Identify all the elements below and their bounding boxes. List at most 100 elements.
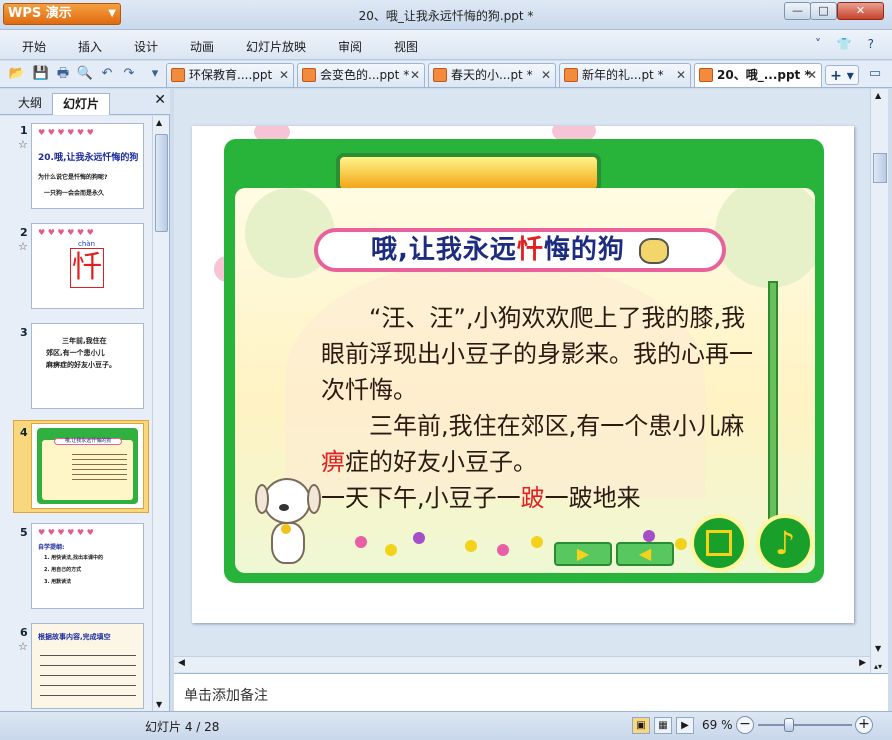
panel-tabs: 大纲 幻灯片 ✕ [0,89,170,115]
scroll-down-icon[interactable]: ▼ [156,700,162,709]
horizontal-scrollbar[interactable]: ◀ ▶ [174,656,870,672]
slide-body-text[interactable]: “汪、汪”,小狗欢欢爬上了我的膝,我眼前浮现出小豆子的身影来。我的心再一次忏悔。… [321,300,761,516]
ppt-file-icon [171,68,185,82]
frame-icon [706,530,732,556]
scroll-thumb[interactable] [155,134,168,232]
slide-thumbnail-5[interactable]: ♥ ♥ ♥ ♥ ♥ ♥ 自学提纲: 1. 用快读法,找出本课中的 2. 用自己的… [31,523,144,609]
menu-animation[interactable]: 动画 [190,38,214,55]
tab-doc-4[interactable]: 新年的礼...pt * ✕ [559,63,691,87]
tab-doc-2[interactable]: 会变色的...ppt * ✕ [297,63,425,87]
tab-label: 新年的礼...pt * [582,68,664,82]
flower-decoration [465,540,477,552]
tab-label: 春天的小...pt * [451,68,533,82]
text-run: 三年前,我住在郊区,有一个患小儿麻 [369,412,745,440]
title-highlight: 忏 [516,235,544,265]
next-slide-button[interactable]: ▶ [554,542,612,566]
save-icon[interactable]: 💾 [32,65,50,83]
slide-thumbnail-4[interactable]: 哦,让我永远忏悔的狗 [31,423,144,509]
scroll-left-icon[interactable]: ◀ [178,658,185,668]
close-icon[interactable]: ✕ [410,64,420,86]
slide-editor: “汪、汪”,小狗欢欢爬上了我的膝,我眼前浮现出小豆子的身影来。我的心再一次忏悔。… [174,89,876,673]
close-button[interactable]: ✕ [837,2,884,20]
notes-pane[interactable]: 单击添加备注 [174,673,888,711]
title-text: 悔的狗 [543,235,625,265]
thumb-text: 20.哦,让我永远忏悔的狗 [38,153,139,163]
slide-canvas[interactable]: “汪、汪”,小狗欢欢爬上了我的膝,我眼前浮现出小豆子的身影来。我的心再一次忏悔。… [192,126,854,623]
slide-title[interactable]: 哦,让我永远忏悔的狗 [314,228,726,272]
scroll-right-icon[interactable]: ▶ [859,658,866,668]
menu-round-button[interactable] [690,514,748,572]
tab-label: 会变色的...ppt * [320,68,410,82]
normal-view-icon[interactable]: ▣ [632,717,650,734]
slide-thumbnail-1[interactable]: ♥ ♥ ♥ ♥ ♥ ♥ 20.哦,让我永远忏悔的狗 为什么说它是忏悔的狗呢? 一… [31,123,144,209]
menu-review[interactable]: 审阅 [338,38,362,55]
thumb-text: 忏 [70,248,104,288]
menu-bar: 开始 插入 设计 动画 幻灯片放映 审阅 视图 ˅ 👕 ? [0,30,892,60]
slide-thumbnail-2[interactable]: ♥ ♥ ♥ ♥ ♥ ♥ chàn 忏 [31,223,144,309]
open-icon[interactable]: 📂 [8,65,26,83]
thumb-number: 6 [20,626,28,639]
thumb-number: 2 [20,226,28,239]
menu-design[interactable]: 设计 [134,38,158,55]
thumb-text: 2. 用自己的方式 [44,567,82,573]
ppt-file-icon [302,68,316,82]
zoom-slider-knob[interactable] [784,718,794,732]
close-icon[interactable]: ✕ [279,64,289,86]
close-icon[interactable]: ✕ [154,92,166,108]
music-round-button[interactable]: ♪ [756,514,814,572]
undo-icon[interactable]: ↶ [98,65,116,83]
scroll-up-icon[interactable]: ▲ [156,118,162,127]
print-preview-icon[interactable]: 🔍 [76,65,94,83]
toolbar-dropdown-icon[interactable]: ▾ [146,65,164,83]
thumb-number: 5 [20,526,28,539]
editor-scrollbar[interactable]: ▲ ▼ ▴▾ [870,89,888,673]
maximize-button[interactable]: □ [810,2,837,20]
thumb-number: 1 [20,124,28,137]
zoom-slider-track[interactable] [758,724,852,726]
scroll-thumb[interactable] [873,153,887,183]
slide-panel: 大纲 幻灯片 ✕ 1 ☆ ♥ ♥ ♥ ♥ ♥ ♥ 20.哦,让我永远忏悔的狗 为… [0,89,170,711]
paragraph-1: “汪、汪”,小狗欢欢爬上了我的膝,我眼前浮现出小豆子的身影来。我的心再一次忏悔。 [321,304,753,404]
back-icon: ◀ [638,544,652,563]
thumb-text: 自学提纲: [38,544,65,551]
slide-thumbnail-3[interactable]: 三年前,我住在 郊区,有一个患小儿 麻痹症的好友小豆子。 [31,323,144,409]
page-nav-icon[interactable]: ▴▾ [874,662,882,671]
ppt-file-icon [433,68,447,82]
slideshow-icon[interactable]: ▶ [676,717,694,734]
status-bar: 幻灯片 4 / 28 ▣ ▦ ▶ 69 % − + [0,711,892,740]
redo-icon[interactable]: ↷ [120,65,138,83]
close-icon[interactable]: ✕ [541,64,551,86]
scroll-up-icon[interactable]: ▲ [875,91,881,100]
print-icon[interactable]: 🖶 [54,65,72,83]
minimize-button[interactable]: — [784,2,811,20]
help-icons[interactable]: ˅ 👕 ? [815,37,880,51]
new-tab-button[interactable]: + ▾ [825,65,859,85]
ppt-file-icon [699,68,713,82]
menu-slideshow[interactable]: 幻灯片放映 [246,38,306,55]
slide-thumbnail-6[interactable]: 根据故事内容,完成填空 [31,623,144,709]
menu-home[interactable]: 开始 [22,38,46,55]
zoom-out-button[interactable]: − [736,716,754,734]
close-icon[interactable]: ✕ [676,64,686,86]
text-run: 一跛地来 [544,484,641,512]
thumb-text: 三年前,我住在 [62,337,107,345]
window-menu-icon[interactable]: ▭ [866,65,884,83]
ppt-file-icon [564,68,578,82]
scroll-down-icon[interactable]: ▼ [875,644,881,653]
close-icon[interactable]: ✕ [807,64,817,86]
thumb-text-lines [40,646,136,704]
flower-decoration [497,544,509,556]
tab-doc-1[interactable]: 环保教育....ppt ✕ [166,63,294,87]
tab-slides[interactable]: 幻灯片 [52,93,111,115]
slide-sorter-icon[interactable]: ▦ [654,717,672,734]
menu-view[interactable]: 视图 [394,38,418,55]
menu-insert[interactable]: 插入 [78,38,102,55]
previous-slide-button[interactable]: ◀ [616,542,674,566]
flower-decoration [355,536,367,548]
zoom-in-button[interactable]: + [855,716,873,734]
tab-doc-3[interactable]: 春天的小...pt * ✕ [428,63,556,87]
tab-outline[interactable]: 大纲 [8,93,52,115]
panel-scrollbar[interactable]: ▲ ▼ [152,116,169,711]
tab-doc-active[interactable]: 20、哦_...ppt * ✕ [694,63,822,87]
thumb-number: 4 [20,426,28,439]
